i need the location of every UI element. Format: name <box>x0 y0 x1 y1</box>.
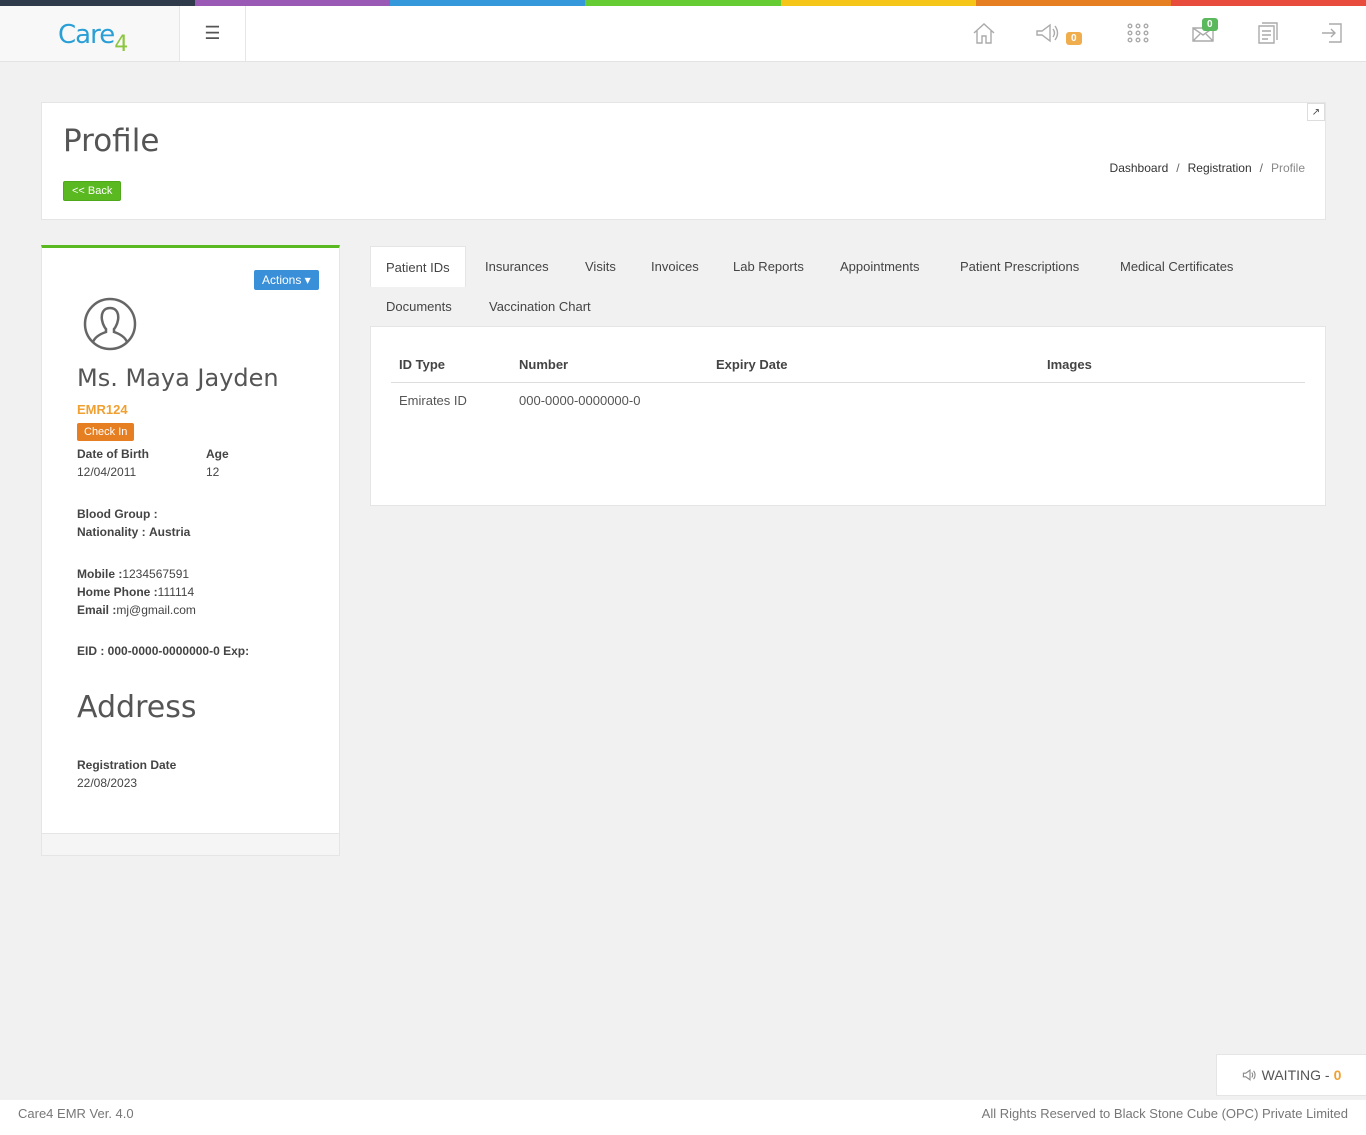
tab-documents[interactable]: Documents <box>386 299 452 314</box>
column-header-images: Images <box>1047 357 1092 372</box>
page-header: Profile << Back Dashboard / Registration / P… <box>41 102 1326 220</box>
messages-button[interactable]: 0 <box>1190 18 1220 48</box>
waiting-label: WAITING - <box>1261 1067 1330 1083</box>
breadcrumb-registration[interactable]: Registration <box>1188 161 1252 175</box>
email: Email :mj@gmail.com <box>77 603 196 617</box>
user-avatar-icon <box>83 297 137 351</box>
age-value: 12 <box>206 465 220 479</box>
expand-button[interactable]: ↗ <box>1307 103 1325 121</box>
emr-number: EMR124 <box>77 402 128 417</box>
menu-toggle-button[interactable]: ☰ <box>180 6 246 61</box>
tab-patient-prescriptions[interactable]: Patient Prescriptions <box>960 259 1079 274</box>
copyright-text: All Rights Reserved to Black Stone Cube … <box>981 1106 1348 1121</box>
table-divider <box>391 382 1305 383</box>
nationality: Nationality : Austria <box>77 525 191 539</box>
messages-count-badge: 0 <box>1202 18 1218 31</box>
waiting-queue-button[interactable]: WAITING - 0 <box>1216 1054 1366 1096</box>
registration-date-value: 22/08/2023 <box>77 776 138 790</box>
patient-name: Ms. Maya Jayden <box>77 364 279 392</box>
column-header-expiry-date: Expiry Date <box>716 357 788 372</box>
logo[interactable]: Care4 <box>58 20 128 57</box>
tab-vaccination-chart[interactable]: Vaccination Chart <box>489 299 591 314</box>
home-icon <box>973 23 995 44</box>
tab-patient-ids[interactable]: Patient IDs <box>370 246 466 287</box>
hamburger-icon: ☰ <box>204 23 221 43</box>
apps-grid-icon <box>1127 23 1149 43</box>
document-icon <box>1258 22 1278 44</box>
breadcrumb: Dashboard / Registration / Profile <box>1110 161 1305 175</box>
page-footer: Care4 EMR Ver. 4.0 All Rights Reserved t… <box>0 1100 1366 1135</box>
top-navbar: Care4 ☰ 0 0 <box>0 6 1366 62</box>
announcements-count-badge: 0 <box>1066 32 1082 45</box>
waiting-count: 0 <box>1333 1067 1342 1083</box>
logout-icon <box>1322 23 1342 43</box>
logo-text: Care <box>58 20 115 50</box>
version-text: Care4 EMR Ver. 4.0 <box>18 1106 134 1121</box>
column-header-number: Number <box>519 357 569 372</box>
tab-lab-reports[interactable]: Lab Reports <box>733 259 804 274</box>
back-button[interactable]: << Back <box>63 181 122 201</box>
age-label: Age <box>206 447 229 461</box>
apps-button[interactable] <box>1125 20 1155 48</box>
logo-suffix: 4 <box>114 32 128 57</box>
megaphone-icon <box>1036 23 1059 43</box>
mobile: Mobile :1234567591 <box>77 567 190 581</box>
breadcrumb-separator: / <box>1176 161 1180 175</box>
column-header-id-type: ID Type <box>399 357 445 372</box>
dob-label: Date of Birth <box>77 447 149 461</box>
blood-group: Blood Group : <box>77 507 158 521</box>
expand-icon: ↗ <box>1311 106 1321 118</box>
logo-container[interactable]: Care4 <box>0 6 180 61</box>
tab-visits[interactable]: Visits <box>585 259 616 274</box>
breadcrumb-separator: / <box>1259 161 1263 175</box>
breadcrumb-profile: Profile <box>1270 161 1305 175</box>
logout-button[interactable] <box>1319 20 1349 48</box>
reports-button[interactable] <box>1255 20 1285 48</box>
check-in-button[interactable]: Check In <box>77 423 135 441</box>
table-cell-id-type: Emirates ID <box>399 393 467 408</box>
tab-appointments[interactable]: Appointments <box>840 259 920 274</box>
megaphone-icon <box>1242 1069 1256 1081</box>
dob-value: 12/04/2011 <box>77 465 137 479</box>
registration-date-label: Registration Date <box>77 758 177 772</box>
home-button[interactable] <box>971 20 1001 48</box>
eid-line: EID : 000-0000-0000000-0 Exp: <box>77 644 250 658</box>
patient-ids-panel: ID Type Number Expiry Date Images Emirat… <box>370 326 1326 506</box>
tab-medical-certificates[interactable]: Medical Certificates <box>1120 259 1233 274</box>
table-cell-number: 000-0000-0000000-0 <box>519 393 641 408</box>
tab-invoices[interactable]: Invoices <box>651 259 699 274</box>
actions-dropdown-button[interactable]: Actions ▾ <box>254 270 319 290</box>
home-phone: Home Phone :111114 <box>77 585 195 599</box>
patient-profile-card: Actions ▾ Ms. Maya Jayden EMR124 Check I… <box>41 245 340 856</box>
profile-card-footer <box>42 833 339 855</box>
breadcrumb-dashboard[interactable]: Dashboard <box>1110 161 1169 175</box>
tab-insurances[interactable]: Insurances <box>485 259 549 274</box>
page-title: Profile <box>63 123 160 159</box>
announcements-button[interactable]: 0 <box>1034 20 1082 48</box>
address-heading: Address <box>77 690 197 725</box>
